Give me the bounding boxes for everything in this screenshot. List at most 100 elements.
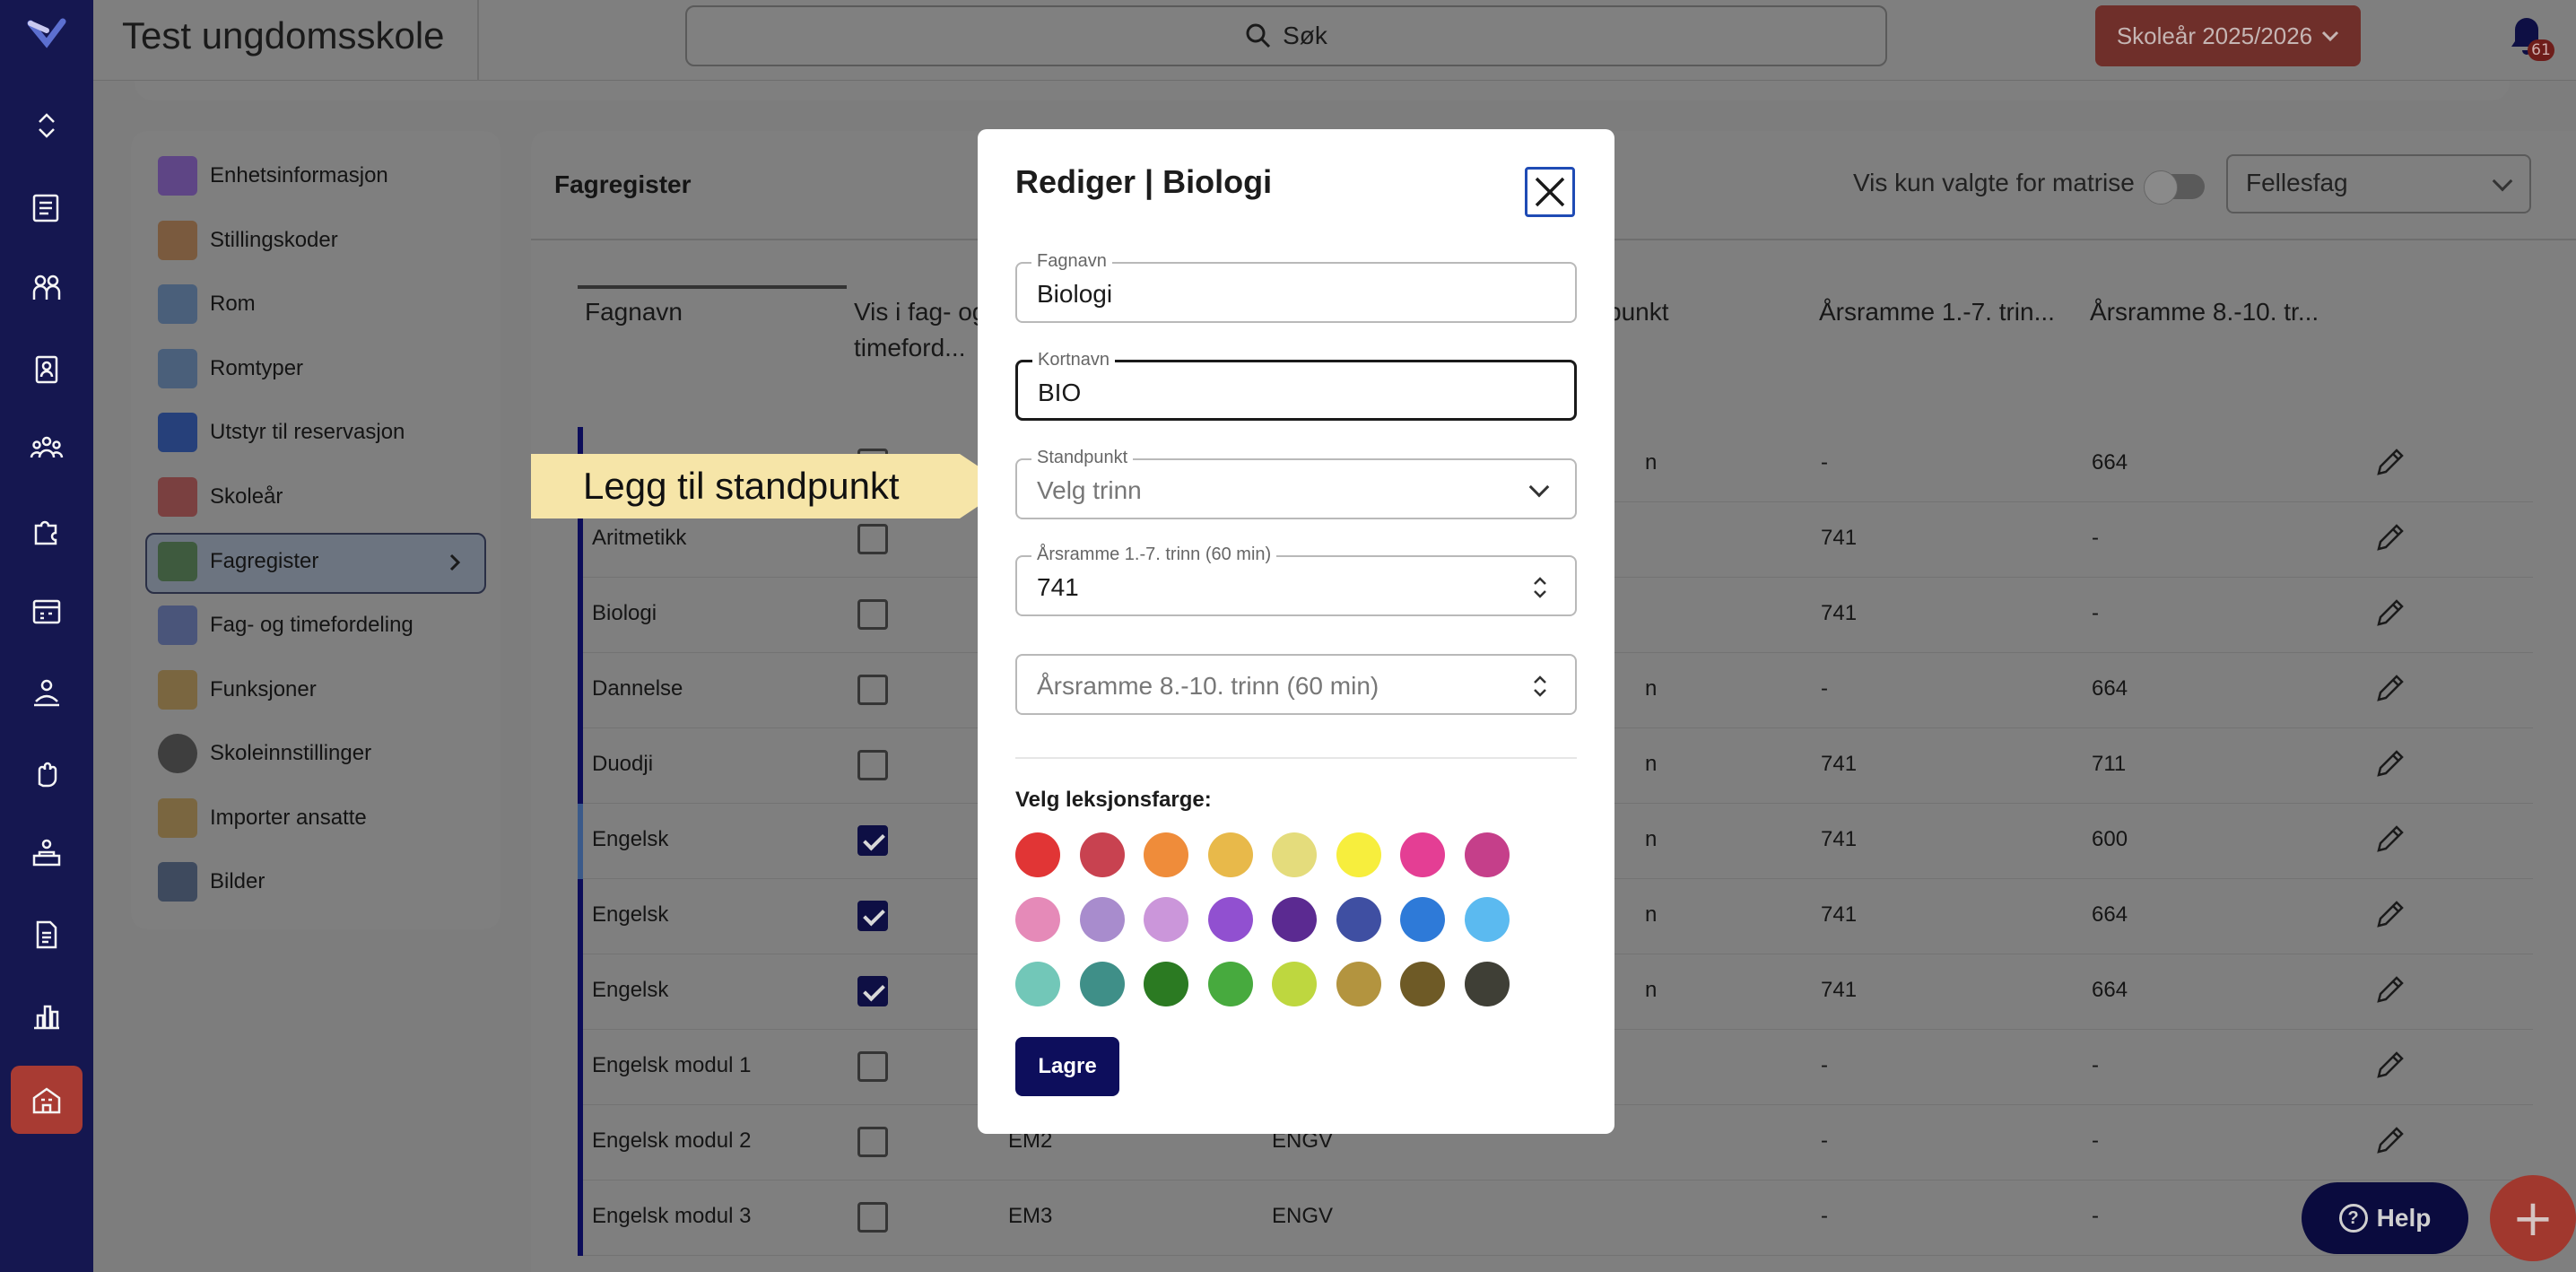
menu-item-utstyr[interactable]: Utstyr til reservasjon [158,405,499,459]
vis-checkbox[interactable] [857,750,888,780]
menu-item-bilder[interactable]: Bilder [158,855,499,909]
edit-pencil-icon[interactable] [2371,671,2407,707]
aarsramme-1-7-input[interactable]: Årsramme 1.-7. trinn (60 min) 741 [1015,545,1577,616]
person-icon[interactable] [27,673,66,712]
vis-checkbox[interactable] [857,599,888,630]
color-swatch[interactable] [1144,897,1188,942]
desk-icon[interactable] [27,834,66,874]
cell-aarsramme-8-10: - [2092,1053,2099,1077]
subject-category-dropdown[interactable]: Fellesfag [2226,154,2531,213]
color-swatch[interactable] [1400,897,1445,942]
edit-pencil-icon[interactable] [2371,972,2407,1008]
edit-pencil-icon[interactable] [2371,1123,2407,1159]
help-button[interactable]: ? Help [2302,1182,2468,1254]
menu-item-importer-ansatte[interactable]: Importer ansatte [158,791,499,845]
people-icon[interactable] [27,269,66,309]
chart-icon[interactable] [27,996,66,1035]
color-swatch[interactable] [1400,962,1445,1006]
menu-item-funksjoner[interactable]: Funksjoner [158,663,499,717]
school-icon[interactable] [27,1080,66,1120]
color-swatch[interactable] [1144,832,1188,877]
column-header-standpunkt[interactable]: punkt [1607,294,1669,330]
color-swatch[interactable] [1464,832,1510,877]
puzzle-icon[interactable] [27,511,66,551]
newspaper-icon[interactable] [27,188,66,228]
vis-checkbox[interactable] [857,1051,888,1082]
school-year-button[interactable]: Skoleår 2025/2026 [2095,5,2361,66]
color-swatch[interactable] [1079,832,1125,877]
color-swatch[interactable] [1015,962,1060,1006]
vis-checkbox[interactable] [857,976,888,1006]
edit-pencil-icon[interactable] [2371,520,2407,556]
search-bar[interactable]: Søk [685,5,1887,66]
color-swatch[interactable] [1207,832,1253,877]
color-swatch[interactable] [1336,962,1381,1006]
edit-pencil-icon[interactable] [2371,596,2407,632]
color-swatch[interactable] [1400,832,1445,877]
close-button[interactable] [1525,167,1575,217]
standpunkt-select[interactable]: Standpunkt Velg trinn [1015,448,1577,519]
menu-item-fag-og-timefordeling[interactable]: Fag- og timefordeling [158,598,499,652]
matrix-filter-toggle[interactable] [2144,170,2205,205]
color-swatch[interactable] [1015,832,1060,877]
column-header-aarsramme-8-10[interactable]: Årsramme 8.-10. tr... [2090,294,2319,330]
edit-pencil-icon[interactable] [2371,746,2407,782]
fagnavn-field[interactable]: Fagnavn Biologi [1015,251,1577,323]
vis-checkbox[interactable] [857,901,888,931]
color-swatch[interactable] [1272,897,1317,942]
kortnavn-field[interactable]: Kortnavn BIO [1015,350,1577,421]
table-row[interactable]: Engelsk modul 3 EM3 ENGV - - [578,1181,2533,1256]
menu-item-stillingskoder[interactable]: Stillingskoder [158,213,499,267]
color-swatch[interactable] [1144,962,1188,1006]
add-button[interactable]: + [2490,1175,2576,1261]
dropdown-value: Fellesfag [2246,169,2348,196]
chevron-right-icon [449,553,461,571]
row-color-bar [578,1105,583,1181]
color-swatch[interactable] [1464,962,1510,1006]
spinner-icon[interactable] [1530,573,1550,602]
color-swatch[interactable] [1015,897,1060,942]
menu-item-fagregister[interactable]: Fagregister [158,535,499,588]
column-header-aarsramme-1-7[interactable]: Årsramme 1.-7. trin... [1819,294,2055,330]
vis-checkbox[interactable] [857,1127,888,1157]
cell-fagnavn: Engelsk [592,978,669,1002]
color-swatch[interactable] [1272,962,1317,1006]
save-button[interactable]: Lagre [1015,1037,1119,1096]
color-swatch[interactable] [1336,897,1381,942]
cell-aarsramme-1-7: 741 [1821,526,1858,550]
edit-pencil-icon[interactable] [2371,1048,2407,1084]
collapse-icon[interactable] [27,106,66,145]
menu-item-rom[interactable]: Rom [158,277,499,331]
room-type-icon [158,349,197,388]
vis-checkbox[interactable] [857,825,888,856]
vis-checkbox[interactable] [857,524,888,554]
color-swatch[interactable] [1207,897,1253,942]
menu-item-romtyper[interactable]: Romtyper [158,342,499,396]
column-header-vis[interactable]: Vis i fag- og timeford... [854,294,988,366]
color-swatch[interactable] [1079,962,1125,1006]
menu-item-skolear[interactable]: Skoleår [158,470,499,524]
hand-icon[interactable] [27,754,66,793]
color-swatch[interactable] [1464,897,1510,942]
vis-checkbox[interactable] [857,675,888,705]
group-icon[interactable] [27,429,66,468]
edit-pencil-icon[interactable] [2371,445,2407,481]
edit-pencil-icon[interactable] [2371,822,2407,858]
color-swatch[interactable] [1272,832,1317,877]
badge-icon[interactable] [27,350,66,389]
document-icon[interactable] [27,915,66,954]
color-swatch[interactable] [1336,832,1381,877]
color-swatch[interactable] [1207,962,1253,1006]
edit-pencil-icon[interactable] [2371,897,2407,933]
spinner-icon[interactable] [1530,672,1550,701]
menu-item-enhetsinformasjon[interactable]: Enhetsinformasjon [158,149,499,203]
column-header-fagnavn[interactable]: Fagnavn [585,294,683,330]
menu-item-skoleinnstillinger[interactable]: Skoleinnstillinger [158,727,499,780]
calendar-icon[interactable] [27,592,66,632]
menu-item-label: Stillingskoder [210,228,338,252]
color-swatch[interactable] [1079,897,1125,942]
cell-aarsramme-1-7: - [1821,1204,1828,1228]
vis-checkbox[interactable] [857,1202,888,1233]
aarsramme-8-10-input[interactable]: Årsramme 8.-10. trinn (60 min) [1015,654,1577,715]
menu-item-label: Rom [210,292,256,316]
